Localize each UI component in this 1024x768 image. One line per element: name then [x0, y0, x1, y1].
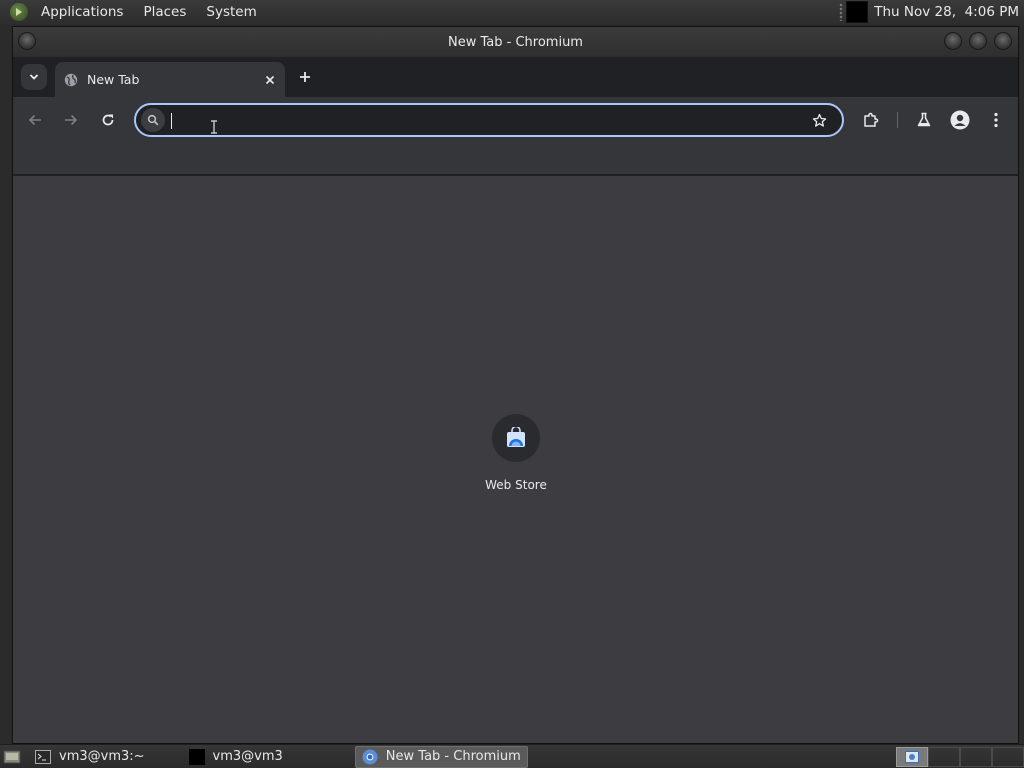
forward-button[interactable] — [59, 108, 83, 132]
person-icon — [950, 110, 970, 130]
profile-button[interactable] — [948, 108, 972, 132]
tab-new-tab[interactable]: New Tab — [55, 62, 285, 97]
new-tab-page: Web Store — [13, 176, 1018, 743]
new-tab-button[interactable] — [295, 67, 315, 87]
distro-logo-icon[interactable] — [10, 3, 28, 21]
bookmarks-bar — [13, 143, 1018, 175]
plus-icon — [300, 72, 310, 82]
black-window-icon — [188, 748, 205, 765]
close-window-button[interactable] — [994, 32, 1012, 50]
close-tab-icon[interactable] — [261, 71, 279, 89]
shortcut-label: Web Store — [485, 478, 547, 492]
window-menu-button[interactable] — [18, 32, 36, 50]
workspace-3[interactable] — [960, 746, 992, 767]
menu-applications[interactable]: Applications — [34, 4, 130, 20]
text-caret — [171, 113, 172, 129]
task-label: vm3@vm3 — [212, 749, 283, 764]
clock[interactable]: Thu Nov 28, 4:06 PM — [874, 4, 1019, 20]
flask-icon — [917, 112, 931, 127]
browser-menu-button[interactable] — [984, 108, 1008, 132]
star-icon — [812, 113, 826, 127]
maximize-button[interactable] — [969, 32, 987, 50]
arrow-left-icon — [28, 114, 41, 126]
reload-icon — [102, 114, 114, 126]
terminal-icon — [35, 749, 51, 765]
web-store-icon — [492, 414, 540, 462]
menu-places[interactable]: Places — [136, 4, 193, 20]
titlebar[interactable]: New Tab - Chromium — [13, 27, 1018, 57]
back-button[interactable] — [23, 108, 47, 132]
workspace-4[interactable] — [992, 746, 1024, 767]
search-icon — [141, 108, 165, 132]
tab-search-button[interactable] — [21, 64, 47, 90]
chromium-icon — [362, 749, 378, 765]
shortcut-web-store[interactable]: Web Store — [474, 414, 558, 498]
desktop-icon — [3, 750, 21, 763]
task-terminal[interactable]: vm3@vm3:~ — [29, 746, 151, 768]
tab-strip: New Tab — [13, 57, 1018, 97]
task-vm3[interactable]: vm3@vm3 — [183, 746, 289, 768]
chromium-icon — [905, 750, 919, 763]
panel-drag-handle[interactable] — [839, 3, 844, 21]
kebab-menu-icon — [994, 112, 998, 128]
bookmark-star-button[interactable] — [808, 109, 830, 131]
browser-window: New Tab - Chromium New Tab Web Store — [12, 26, 1019, 744]
minimize-button[interactable] — [944, 32, 962, 50]
workspace-1[interactable] — [896, 746, 928, 767]
window-title: New Tab - Chromium — [448, 34, 583, 50]
task-label: New Tab - Chromium — [385, 749, 521, 764]
menu-system[interactable]: System — [199, 4, 263, 20]
omnibox[interactable] — [134, 103, 844, 137]
top-panel: Applications Places System Thu Nov 28, 4… — [0, 0, 1024, 24]
toolbar — [13, 97, 1018, 143]
extensions-button[interactable] — [859, 108, 883, 132]
show-desktop-button[interactable] — [1, 747, 23, 767]
chevron-down-icon — [29, 74, 39, 80]
ibeam-cursor-icon — [210, 120, 218, 138]
puzzle-icon — [864, 112, 879, 127]
arrow-right-icon — [65, 114, 78, 126]
panel-applet[interactable] — [846, 1, 869, 23]
workspace-2[interactable] — [928, 746, 960, 767]
address-input[interactable] — [165, 105, 808, 135]
toolbar-separator — [897, 112, 898, 128]
task-chromium[interactable]: New Tab - Chromium — [354, 745, 528, 768]
bottom-panel: vm3@vm3:~ vm3@vm3 New Tab - Chromium — [0, 744, 1024, 768]
globe-icon — [64, 73, 78, 87]
labs-button[interactable] — [912, 108, 936, 132]
reload-button[interactable] — [96, 108, 120, 132]
tab-title: New Tab — [87, 72, 140, 87]
task-label: vm3@vm3:~ — [59, 749, 145, 764]
